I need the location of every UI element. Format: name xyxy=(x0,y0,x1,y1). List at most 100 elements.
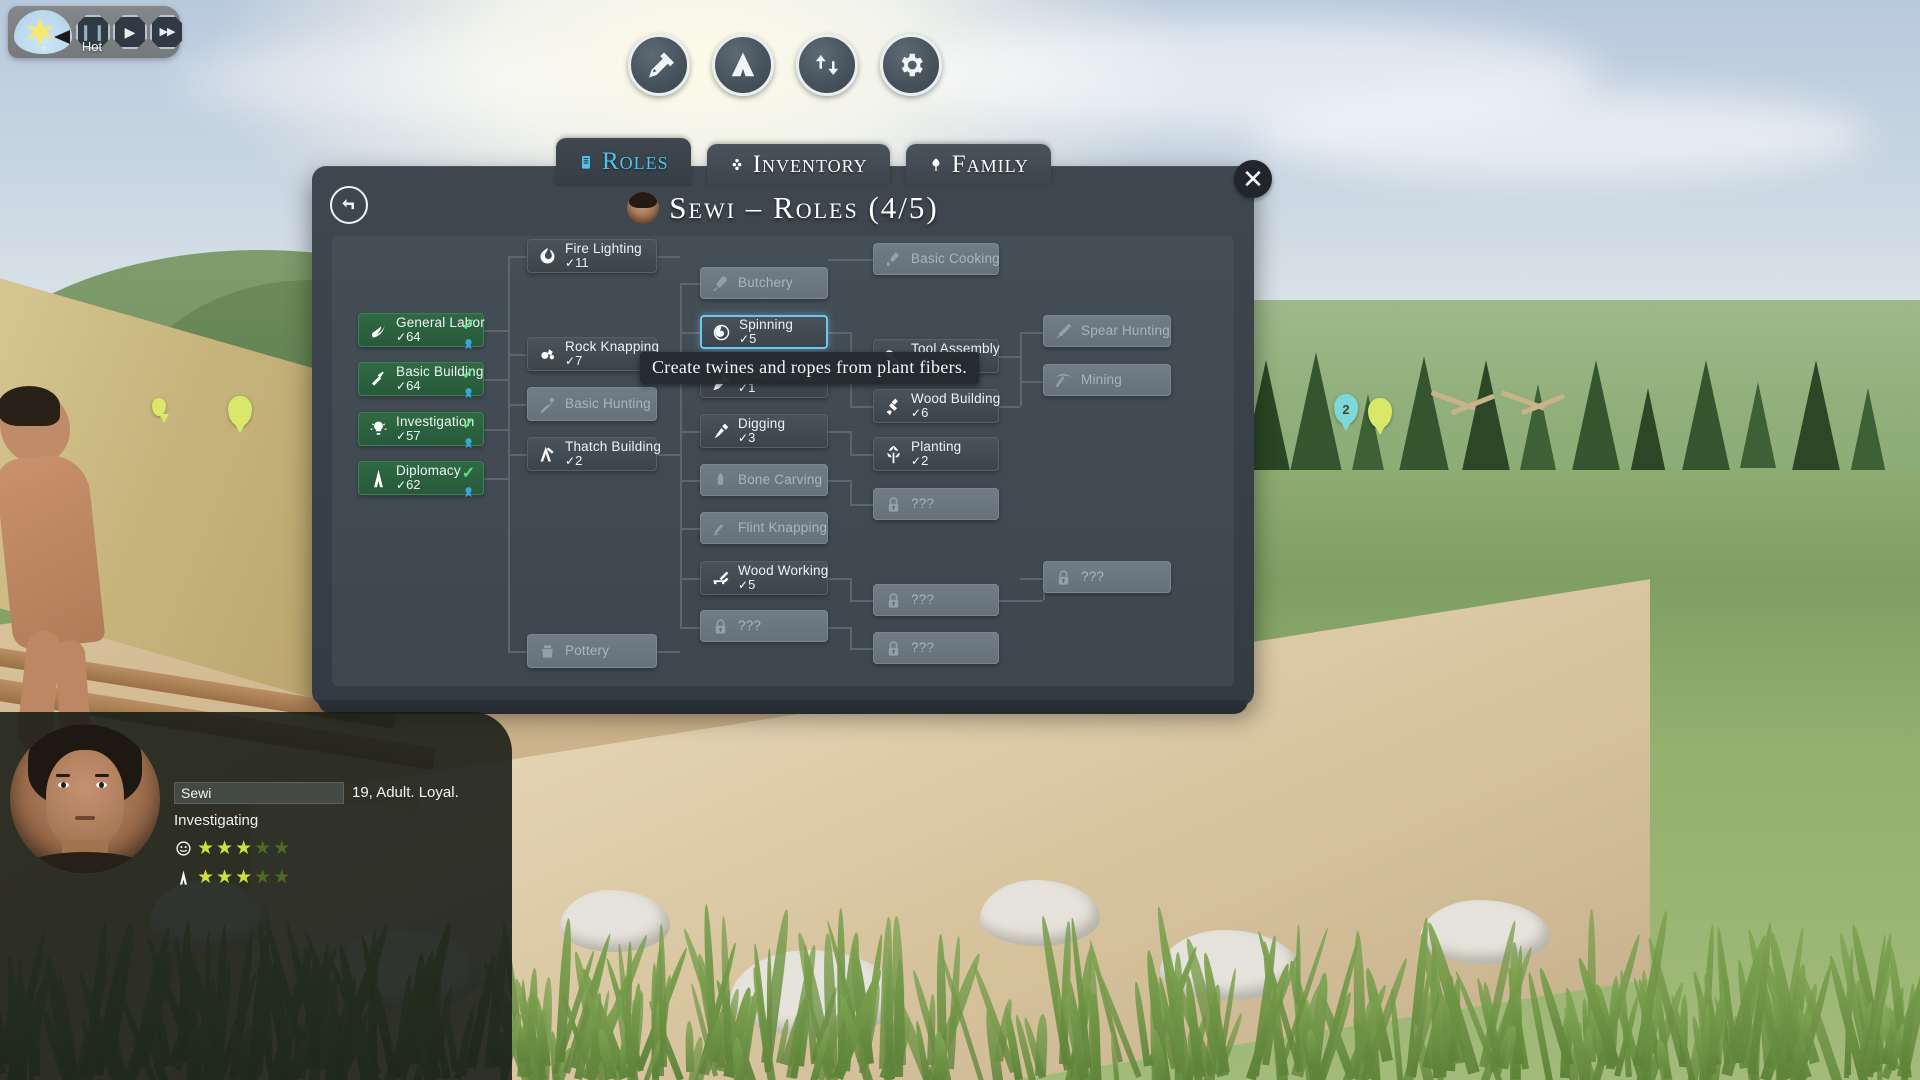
medal-icon xyxy=(461,435,476,455)
character-portrait[interactable] xyxy=(10,724,160,874)
skill-node-unknown-3[interactable]: ??? xyxy=(873,584,999,616)
skill-node-unknown-5[interactable]: ??? xyxy=(1043,561,1171,593)
skill-node-mining[interactable]: Mining xyxy=(1043,364,1171,396)
skill-link xyxy=(508,404,528,406)
skill-tree: General Labor ✓64 ✓ Basic Building ✓64 ✓ Inves… xyxy=(332,236,1234,686)
tab-roles[interactable]: Roles xyxy=(556,138,691,186)
skill-link xyxy=(680,578,700,580)
skill-node-planting[interactable]: Planting ✓2 xyxy=(873,437,999,471)
skill-node-flint-knapping[interactable]: Flint Knapping xyxy=(700,512,828,544)
star: ★ xyxy=(273,868,290,887)
skill-node-basic-building[interactable]: Basic Building ✓64 ✓ xyxy=(358,362,484,396)
skill-link xyxy=(828,332,850,334)
skill-link xyxy=(680,627,700,629)
skill-name: Bone Carving xyxy=(738,473,822,488)
camp-button[interactable] xyxy=(712,34,774,96)
skill-link xyxy=(999,356,1020,358)
skill-node-text: Wood Working ✓5 xyxy=(738,564,828,593)
skill-node-rock-knapping[interactable]: Rock Knapping ✓7 xyxy=(527,337,657,371)
skill-node-unknown-4[interactable]: ??? xyxy=(873,632,999,664)
skill-node-basic-hunting[interactable]: Basic Hunting xyxy=(527,387,657,421)
skill-node-spear-hunting[interactable]: Spear Hunting xyxy=(1043,315,1171,347)
lock-icon xyxy=(709,615,731,637)
skill-name: Spear Hunting xyxy=(1081,324,1170,339)
fast-forward-button[interactable]: ▶▶ xyxy=(150,15,184,49)
spool-icon xyxy=(710,321,732,343)
skill-node-text: Mining xyxy=(1081,373,1122,388)
play-button[interactable]: ▶ xyxy=(113,15,147,49)
character-details: Sewi 19, Adult. Loyal. Investigating ★ ★ ★… xyxy=(174,782,504,887)
skill-node-spinning[interactable]: Spinning ✓5 xyxy=(700,315,828,349)
skill-name: Spinning xyxy=(739,318,793,333)
skill-name: Flint Knapping xyxy=(738,521,827,536)
axe-icon xyxy=(644,50,674,80)
map-pin[interactable]: 2 xyxy=(1334,394,1358,424)
skill-node-text: ??? xyxy=(911,641,934,656)
tab-family[interactable]: Family xyxy=(906,144,1051,186)
settings-button[interactable] xyxy=(880,34,942,96)
time-control-widget[interactable]: ★ ❙❙ ▶ ▶▶ Hot xyxy=(8,6,180,58)
bow-icon xyxy=(536,393,558,415)
flame-icon xyxy=(536,245,558,267)
skill-link xyxy=(828,259,873,261)
lock-icon xyxy=(882,637,904,659)
skill-link xyxy=(657,651,680,653)
star: ★ xyxy=(197,868,214,887)
skill-link xyxy=(850,578,852,600)
skill-link xyxy=(680,431,700,433)
close-button[interactable]: ✕ xyxy=(1234,160,1272,198)
skill-link xyxy=(508,651,528,653)
skill-node-pottery[interactable]: Pottery xyxy=(527,634,657,668)
skill-node-basic-cooking[interactable]: Basic Cooking xyxy=(873,243,999,275)
tab-inventory[interactable]: Inventory xyxy=(707,144,890,186)
grass-blade xyxy=(1133,981,1151,1066)
skill-node-butchery[interactable]: Butchery xyxy=(700,267,828,299)
skill-node-text: Pottery xyxy=(565,644,609,659)
cooking-icon xyxy=(882,248,904,270)
skill-link xyxy=(508,354,528,356)
roles-panel: Sewi – Roles (4/5) General Labor ✓64 ✓ Basi… xyxy=(312,166,1254,706)
grass-blade xyxy=(555,918,574,1063)
page-title: Sewi – Roles (4/5) xyxy=(312,190,1254,226)
skill-link xyxy=(1020,578,1043,580)
skill-link xyxy=(850,648,873,650)
skill-node-wood-working[interactable]: Wood Working ✓5 xyxy=(700,561,828,595)
skill-link xyxy=(484,379,508,381)
skill-node-text: ??? xyxy=(738,619,761,634)
trade-button[interactable] xyxy=(796,34,858,96)
skill-node-wood-building[interactable]: Wood Building ✓6 xyxy=(873,389,999,423)
skill-node-text: Butchery xyxy=(738,276,793,291)
medal-icon xyxy=(461,336,476,356)
skill-node-fire-lighting[interactable]: Fire Lighting ✓11 xyxy=(527,239,657,273)
skill-node-unknown-2[interactable]: ??? xyxy=(873,488,999,520)
skill-node-text: Thatch Building ✓2 xyxy=(565,440,661,469)
skill-node-investigation[interactable]: Investigation ✓57 ✓ xyxy=(358,412,484,446)
skill-level: ✓3 xyxy=(738,431,785,445)
skill-link xyxy=(850,504,873,506)
skill-node-text: Planting ✓2 xyxy=(911,440,961,469)
skill-node-diplomacy[interactable]: Diplomacy ✓62 ✓ xyxy=(358,461,484,495)
skill-node-unknown-1[interactable]: ??? xyxy=(700,610,828,642)
skill-link xyxy=(680,283,700,285)
stat-row-0: ★ ★ ★ ★ ★ xyxy=(174,839,504,858)
tree-icon xyxy=(928,156,944,174)
smiley-icon xyxy=(174,840,192,858)
star: ★ xyxy=(216,868,233,887)
top-action-bar xyxy=(628,34,942,96)
skill-link xyxy=(850,431,852,454)
tooltip-text: Create twines and ropes from plant fiber… xyxy=(652,357,967,377)
skill-link xyxy=(850,454,873,456)
skill-node-bone-carving[interactable]: Bone Carving xyxy=(700,464,828,496)
skill-name: Mining xyxy=(1081,373,1122,388)
skill-link xyxy=(680,332,700,334)
character-activity: Investigating xyxy=(174,812,504,829)
build-button[interactable] xyxy=(628,34,690,96)
map-pin[interactable] xyxy=(152,398,166,416)
skill-node-general-labor[interactable]: General Labor ✓64 ✓ xyxy=(358,313,484,347)
character-info-panel: Sewi 19, Adult. Loyal. Investigating ★ ★ ★… xyxy=(0,712,512,1080)
skill-node-digging[interactable]: Digging ✓3 xyxy=(700,414,828,448)
skill-node-thatch-building[interactable]: Thatch Building ✓2 xyxy=(527,437,657,471)
skill-level: ✓5 xyxy=(739,332,793,346)
skill-link xyxy=(850,406,873,408)
character-name-input[interactable]: Sewi xyxy=(174,782,344,804)
